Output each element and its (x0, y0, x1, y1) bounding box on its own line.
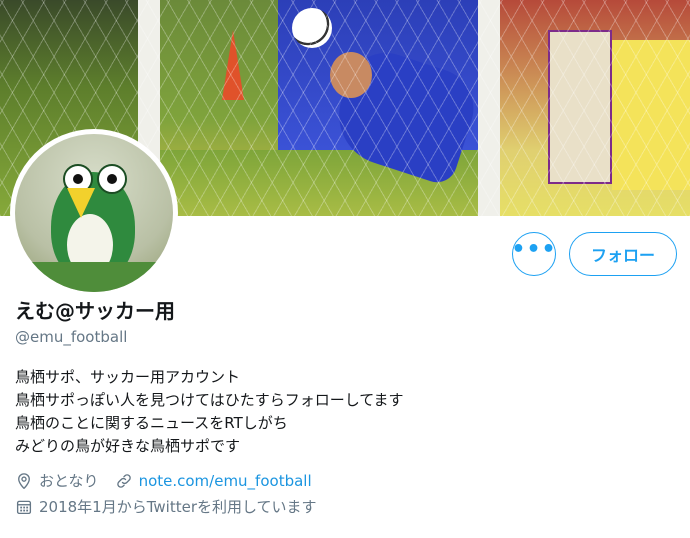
more-options-button[interactable]: ••• (511, 232, 557, 276)
bio-line: 鳥栖サポっぽい人を見つけてはひたすらフォローしてます (15, 391, 404, 409)
follow-button[interactable]: フォロー (569, 232, 677, 276)
profile-location-row: おとなり note.com/emu_football (15, 470, 312, 491)
profile-bio: 鳥栖サポ、サッカー用アカウント 鳥栖サポっぽい人を見つけてはひたすらフォローして… (15, 366, 404, 458)
mascot-beak (67, 188, 95, 218)
profile-avatar[interactable] (10, 129, 178, 297)
website-link[interactable]: note.com/emu_football (139, 472, 312, 490)
bio-line: 鳥栖のことに関するニュースをRTしがち (15, 414, 288, 432)
profile-joined-row: 2018年1月からTwitterを利用しています (15, 496, 317, 517)
calendar-icon (16, 500, 32, 514)
link-icon (116, 473, 131, 488)
bio-line: 鳥栖サポ、サッカー用アカウント (15, 368, 241, 386)
mascot-eye-right (97, 164, 127, 194)
joined-date: 2018年1月からTwitterを利用しています (39, 498, 317, 516)
location-pin-icon (18, 472, 30, 489)
avatar-image (15, 134, 173, 292)
more-icon: ••• (511, 237, 557, 262)
location-text: おとなり (39, 472, 99, 490)
display-name: えむ@サッカー用 (15, 299, 175, 323)
bio-line: みどりの鳥が好きな鳥栖サポです (15, 437, 241, 455)
follow-button-label: フォロー (590, 246, 655, 265)
avatar-grass (15, 262, 173, 292)
user-handle: @emu_football (15, 328, 128, 346)
